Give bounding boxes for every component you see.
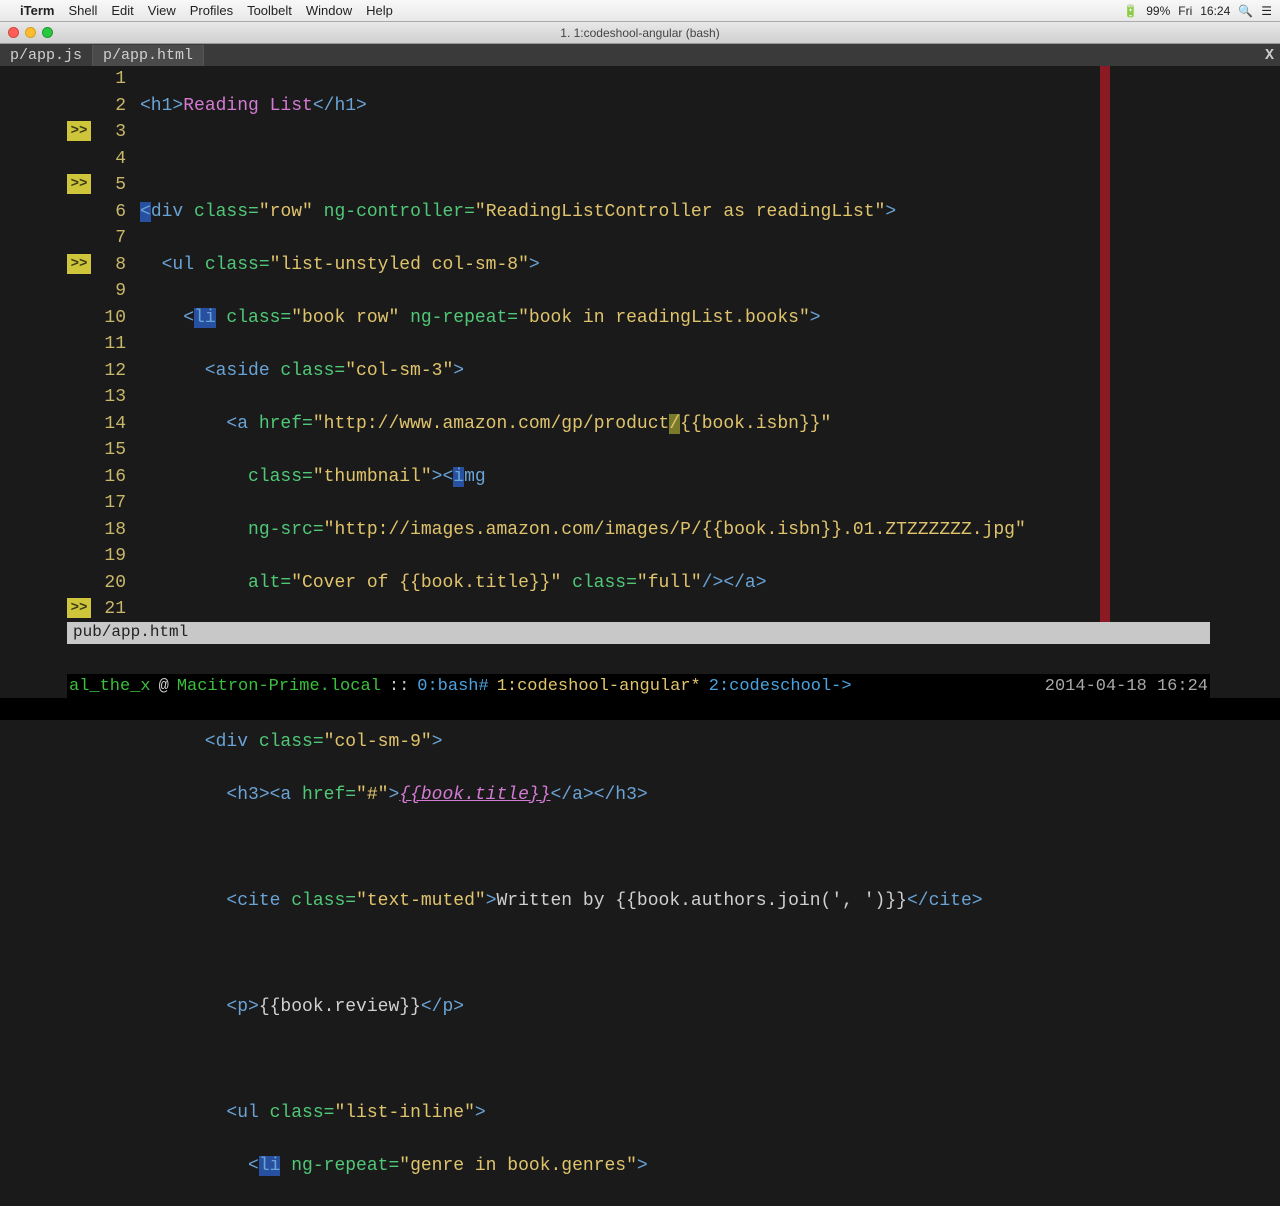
- menu-view[interactable]: View: [148, 3, 176, 18]
- battery-icon: 🔋: [1123, 4, 1138, 18]
- line-number: 12: [67, 358, 132, 385]
- vim-tabbar: p/app.js p/app.html X: [0, 44, 1280, 66]
- tmux-user: al_the_x: [69, 677, 151, 696]
- minimize-icon[interactable]: [25, 27, 36, 38]
- line-number: 18: [67, 517, 132, 544]
- tmux-sep: ::: [389, 677, 409, 696]
- tmux-datetime: 2014-04-18 16:24: [1045, 677, 1208, 696]
- macos-menubar: iTerm Shell Edit View Profiles Toolbelt …: [0, 0, 1280, 22]
- line-number-gutter: 1 2 3 4 5 6 7 8 9 10 11 12 13 14 15 16 1…: [67, 66, 132, 623]
- menu-toolbelt[interactable]: Toolbelt: [247, 3, 292, 18]
- line-number: 5: [67, 172, 132, 199]
- clock-day: Fri: [1178, 4, 1192, 18]
- tmux-window-2[interactable]: 2:codeschool->: [709, 677, 852, 696]
- line-number: 6: [67, 199, 132, 226]
- line-number: 7: [67, 225, 132, 252]
- line-number: 3: [67, 119, 132, 146]
- line-number: 8: [67, 252, 132, 279]
- tmux-window-0[interactable]: 0:bash#: [417, 677, 488, 696]
- menu-profiles[interactable]: Profiles: [190, 3, 233, 18]
- tab-close-icon[interactable]: X: [1265, 47, 1274, 64]
- line-number: 4: [67, 146, 132, 173]
- tmux-statusbar: al_the_x @ Macitron-Prime.local :: 0:bas…: [67, 674, 1210, 698]
- line-number: 15: [67, 437, 132, 464]
- line-number: 21: [67, 596, 132, 623]
- line-number: 16: [67, 464, 132, 491]
- app-name[interactable]: iTerm: [20, 3, 54, 18]
- battery-pct: 99%: [1146, 4, 1170, 18]
- line-number: 10: [67, 305, 132, 332]
- close-icon[interactable]: [8, 27, 19, 38]
- tab-app-html[interactable]: p/app.html: [93, 45, 204, 66]
- line-number: 17: [67, 490, 132, 517]
- status-filepath: pub/app.html: [73, 623, 188, 641]
- line-number: 20: [67, 570, 132, 597]
- bottom-strip: [0, 698, 1280, 720]
- tab-app-js[interactable]: p/app.js: [0, 45, 93, 66]
- clock-time: 16:24: [1200, 4, 1230, 18]
- zoom-icon[interactable]: [42, 27, 53, 38]
- traffic-lights: [8, 27, 53, 38]
- line-number: 9: [67, 278, 132, 305]
- tmux-host: Macitron-Prime.local: [177, 677, 381, 696]
- cursor: /: [669, 414, 680, 434]
- menu-icon[interactable]: ☰: [1261, 4, 1272, 18]
- color-column: [1100, 66, 1110, 622]
- menu-help[interactable]: Help: [366, 3, 393, 18]
- window-titlebar: 1. 1:codeshool-angular (bash): [0, 22, 1280, 44]
- menu-shell[interactable]: Shell: [68, 3, 97, 18]
- menu-edit[interactable]: Edit: [111, 3, 133, 18]
- window-title: 1. 1:codeshool-angular (bash): [560, 26, 719, 40]
- line-number: 14: [67, 411, 132, 438]
- line-number: 1: [67, 66, 132, 93]
- vim-statusline: pub/app.html: [67, 622, 1210, 644]
- menu-window[interactable]: Window: [306, 3, 352, 18]
- tmux-window-1[interactable]: 1:codeshool-angular*: [497, 677, 701, 696]
- tmux-at: @: [159, 677, 169, 696]
- line-number: 19: [67, 543, 132, 570]
- line-number: 2: [67, 93, 132, 120]
- spotlight-icon[interactable]: 🔍: [1238, 4, 1253, 18]
- line-number: 13: [67, 384, 132, 411]
- line-number: 11: [67, 331, 132, 358]
